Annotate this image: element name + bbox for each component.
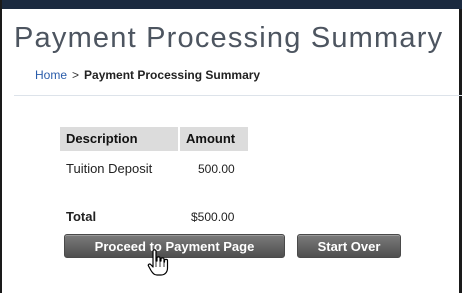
proceed-to-payment-button[interactable]: Proceed to Payment Page xyxy=(64,234,285,258)
column-header-description: Description xyxy=(60,127,178,151)
breadcrumb: Home > Payment Processing Summary xyxy=(35,68,260,82)
row-amount: 500.00 xyxy=(198,162,235,176)
row-description: Tuition Deposit xyxy=(66,161,153,176)
page-title: Payment Processing Summary xyxy=(14,22,444,54)
page-frame: Payment Processing Summary Home > Payment … xyxy=(0,0,462,293)
top-bar xyxy=(2,0,462,9)
breadcrumb-separator: > xyxy=(72,68,80,82)
start-over-button[interactable]: Start Over xyxy=(297,234,401,258)
total-amount: $500.00 xyxy=(191,210,235,224)
header-divider xyxy=(14,95,462,96)
breadcrumb-home-link[interactable]: Home xyxy=(35,68,67,82)
breadcrumb-current: Payment Processing Summary xyxy=(84,68,261,82)
total-label: Total xyxy=(66,209,97,224)
hand-pointer-icon xyxy=(147,249,169,276)
column-header-amount: Amount xyxy=(180,127,248,151)
